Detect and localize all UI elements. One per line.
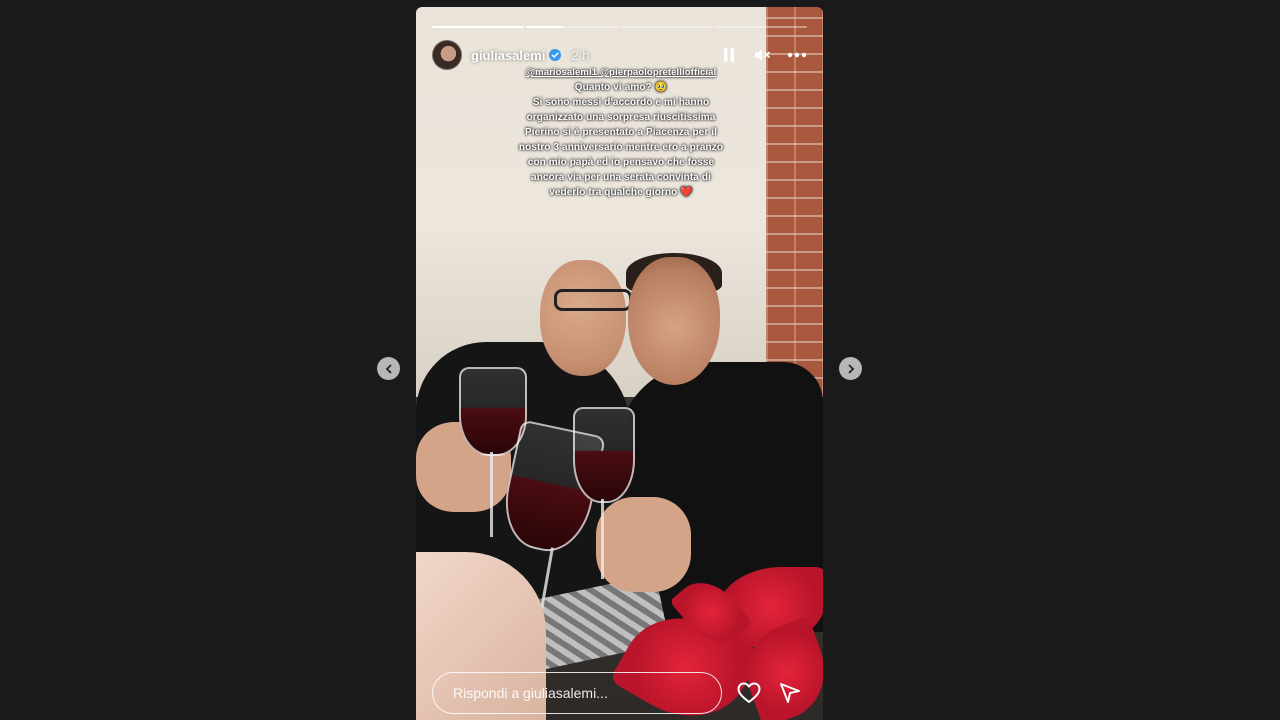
story-progress-bar — [432, 26, 807, 28]
mentions[interactable]: @mariosalemi1 @pierpaolopretelliofficial — [486, 65, 756, 80]
previous-story-button[interactable] — [377, 357, 400, 380]
next-story-button[interactable] — [839, 357, 862, 380]
more-options-icon[interactable] — [787, 52, 807, 58]
muted-speaker-icon[interactable] — [753, 46, 771, 64]
progress-segment — [526, 26, 619, 28]
caption-line: Quanto vi amo? 🥹 — [574, 82, 668, 93]
story-viewer[interactable]: giuliasalemi 2 h @mariosalemi1 @pierpaol… — [416, 7, 823, 720]
avatar[interactable] — [432, 40, 462, 70]
send-icon[interactable] — [779, 682, 801, 704]
caption-line: ancora via per una serata convinta di — [531, 172, 711, 183]
progress-segment — [432, 26, 525, 28]
username[interactable]: giuliasalemi — [471, 48, 545, 63]
story-caption: @mariosalemi1 @pierpaolopretelliofficial… — [486, 65, 756, 200]
caption-line: vederlo tra qualche giorno ❤️ — [549, 187, 693, 198]
caption-line: Pierino si è presentato a Piacenza per i… — [525, 127, 717, 138]
pause-icon[interactable] — [721, 46, 737, 64]
chevron-right-icon — [848, 364, 854, 373]
chevron-left-icon — [385, 364, 391, 373]
post-time: 2 h — [571, 47, 590, 63]
progress-segment — [620, 26, 713, 28]
heart-icon[interactable] — [737, 682, 761, 704]
younger-man-face — [628, 257, 720, 385]
story-footer — [432, 672, 807, 714]
caption-line: Si sono messi d'accordo e mi hanno — [532, 97, 710, 108]
progress-segment — [714, 26, 807, 28]
reply-input[interactable] — [432, 672, 722, 714]
caption-line: nostro 3 anniversario mentre ero a pranz… — [518, 142, 724, 153]
verified-badge-icon — [549, 49, 562, 61]
caption-line: con mio papà ed io pensavo che fosse — [527, 157, 715, 168]
wine-glass — [573, 407, 635, 503]
caption-line: organizzato una sorpresa riuscitissima — [526, 112, 716, 123]
older-man-face — [540, 260, 626, 376]
